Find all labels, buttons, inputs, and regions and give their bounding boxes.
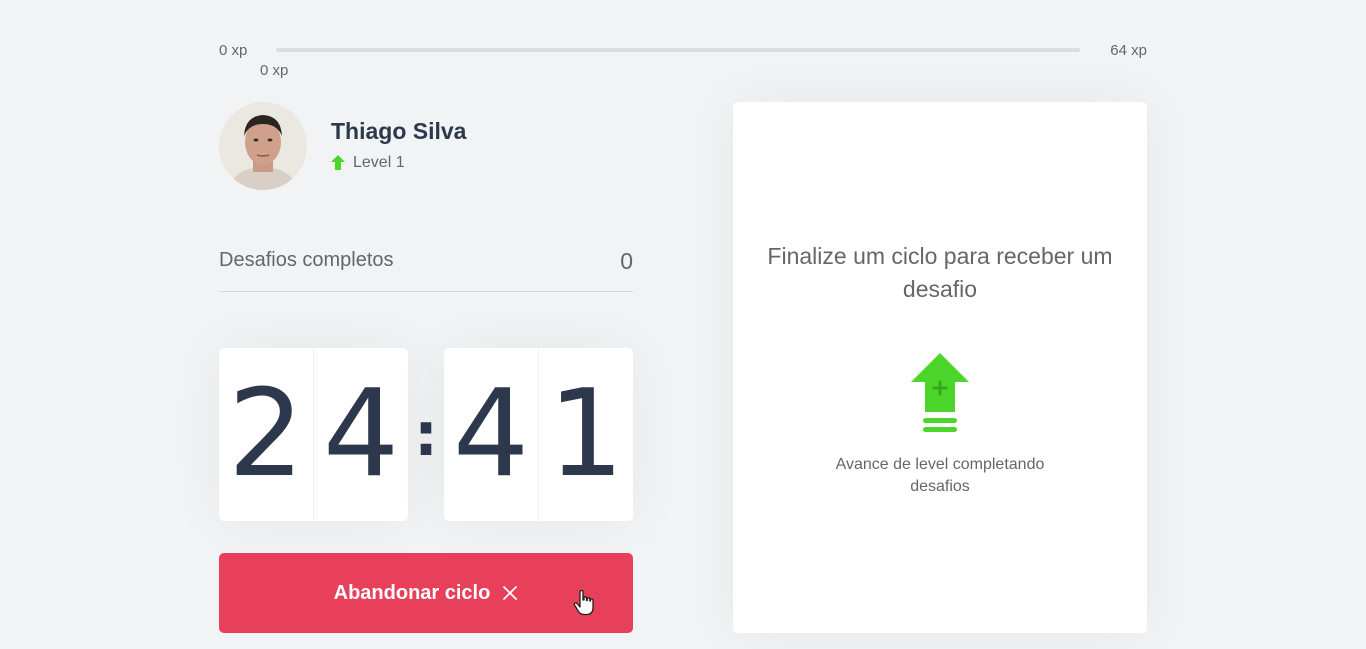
user-name: Thiago Silva — [331, 118, 467, 144]
xp-max-label: 64 xp — [1110, 42, 1147, 59]
xp-progress-track — [276, 48, 1080, 52]
experience-bar: 0 xp 0 xp 64 xp — [219, 40, 1147, 80]
abandon-cycle-button[interactable]: Abandonar ciclo — [219, 553, 633, 633]
level-up-icon — [911, 353, 969, 432]
completed-challenges-count: 0 — [620, 248, 633, 274]
challenge-box: Finalize um ciclo para receber um desafi… — [733, 102, 1147, 633]
countdown-seconds: 4 1 — [444, 348, 633, 521]
hand-pointer-icon — [573, 590, 594, 616]
second-digit-right: 1 — [547, 364, 625, 504]
minute-digit-right: 4 — [322, 364, 400, 504]
countdown: 2 4 : 4 1 — [219, 348, 633, 521]
minute-digit-left: 2 — [219, 348, 314, 521]
completed-challenges-label: Desafios completos — [219, 249, 394, 271]
xp-current-label: 0 xp — [260, 62, 289, 79]
countdown-minutes: 2 4 — [219, 348, 408, 521]
xp-min-label: 0 xp — [219, 42, 248, 59]
close-icon — [503, 586, 518, 600]
avatar — [219, 102, 307, 190]
challenge-hint: Avance de level completando desafios — [835, 456, 1045, 495]
level-up-arrow-icon — [331, 155, 345, 170]
level-row: Level 1 — [331, 154, 405, 172]
completed-challenges: Desafios completos 0 — [219, 246, 633, 292]
abandon-cycle-label: Abandonar ciclo — [333, 581, 491, 604]
level-text: Level 1 — [353, 154, 405, 171]
challenge-title: Finalize um ciclo para receber um desafi… — [767, 243, 1113, 302]
second-digit-left: 4 — [444, 348, 539, 521]
countdown-separator: : — [414, 399, 438, 470]
profile: Thiago Silva Level 1 — [219, 102, 633, 190]
